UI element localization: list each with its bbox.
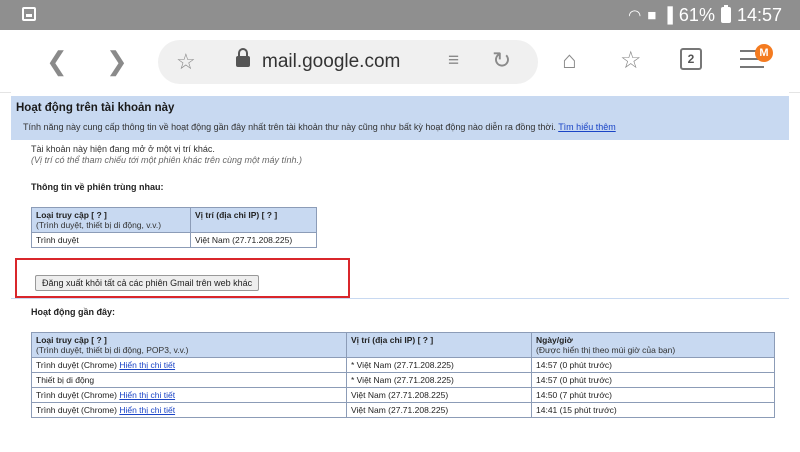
datetime-cell: 14:50 (7 phút trước): [531, 387, 775, 403]
bookmark-star-icon[interactable]: ☆: [176, 49, 196, 75]
address-bar[interactable]: ☆ mail.google.com ≡ ↻: [158, 40, 538, 84]
access-type-cell: Trình duyệt (Chrome) Hiển thị chi tiết: [31, 402, 347, 418]
battery-icon: [720, 5, 731, 23]
access-type-text: Thiết bị di động: [36, 375, 95, 385]
home-icon[interactable]: ⌂: [562, 46, 577, 76]
access-type-cell: Trình duyệt (Chrome) Hiển thị chi tiết: [31, 387, 347, 403]
col-access-type-sub: (Trình duyệt, thiết bị di động, POP3, v.…: [36, 345, 189, 355]
status-bar: ◠ ■ ▐ 61% 14:57: [0, 0, 800, 30]
datetime-cell: 14:41 (15 phút trước): [531, 402, 775, 418]
col-datetime: Ngày/giờ (Được hiển thị theo múi giờ của…: [531, 332, 775, 358]
show-details-link[interactable]: Hiển thị chi tiết: [119, 405, 175, 415]
battery-percent: 61%: [678, 4, 715, 25]
section-description: Tính năng này cung cấp thông tin về hoạt…: [23, 122, 616, 132]
datetime-cell: 14:57 (0 phút trước): [531, 372, 775, 388]
location-cell: Việt Nam (27.71.208.225): [346, 387, 532, 403]
location-cell: Việt Nam (27.71.208.225): [346, 402, 532, 418]
status-icons: ◠ ■ ▐ 61% 14:57: [628, 4, 782, 26]
screenshot-icon: [22, 7, 36, 21]
col-datetime-title: Ngày/giờ: [536, 335, 573, 345]
col-access-type: Loại truy cập [ ? ] (Trình duyệt, thiết …: [31, 207, 191, 233]
table-row: Trình duyệt (Chrome) Hiển thị chi tiết Vi…: [31, 387, 775, 403]
access-type-cell: Trình duyệt: [31, 232, 191, 248]
access-type-cell: Thiết bị di động: [31, 372, 347, 388]
access-type-text: Trình duyệt (Chrome): [36, 360, 117, 370]
col-location: Vị trí (địa chỉ IP) [ ? ]: [190, 207, 317, 233]
url-text[interactable]: mail.google.com: [262, 51, 400, 73]
bookmarks-icon[interactable]: ☆: [620, 46, 642, 76]
location-cell: * Việt Nam (27.71.208.225): [346, 357, 532, 373]
table-row: Trình duyệt (Chrome) Hiển thị chi tiết Vi…: [31, 402, 775, 418]
clock: 14:57: [736, 4, 782, 25]
col-location-title: Vị trí (địa chỉ IP) [ ? ]: [195, 210, 278, 220]
concurrent-note: (Vị trí có thể tham chiếu tới một phiên …: [31, 155, 303, 165]
learn-more-link[interactable]: Tìm hiểu thêm: [558, 122, 616, 132]
section-title: Hoạt động trên tài khoản này: [16, 102, 175, 114]
location-cell: * Việt Nam (27.71.208.225): [346, 372, 532, 388]
table-header-row: Loại truy cập [ ? ] (Trình duyệt, thiết …: [31, 207, 317, 233]
lock-icon: [236, 48, 250, 67]
section-divider: [11, 298, 789, 299]
table-row: Thiết bị di động * Việt Nam (27.71.208.22…: [31, 372, 775, 388]
col-location: Vị trí (địa chỉ IP) [ ? ]: [346, 332, 532, 358]
tabs-icon[interactable]: 2: [680, 48, 702, 70]
show-details-link[interactable]: Hiển thị chi tiết: [119, 360, 175, 370]
avatar[interactable]: M: [755, 44, 773, 62]
page-content: Hoạt động trên tài khoản này Tính năng n…: [11, 92, 789, 452]
access-type-text: Trình duyệt (Chrome): [36, 405, 117, 415]
concurrent-notice: Tài khoản này hiện đang mở ở một vị trí …: [31, 144, 215, 154]
recent-activity-table: Loại truy cập [ ? ] (Trình duyệt, thiết …: [31, 332, 775, 418]
table-row: Trình duyệt Việt Nam (27.71.208.225): [31, 232, 317, 248]
recent-heading: Hoạt động gần đây:: [31, 307, 115, 317]
show-details-link[interactable]: Hiển thị chi tiết: [119, 390, 175, 400]
signout-all-sessions-button[interactable]: Đăng xuất khỏi tất cả các phiên Gmail tr…: [35, 275, 260, 291]
sim-icon: ■: [647, 6, 657, 24]
access-type-cell: Trình duyệt (Chrome) Hiển thị chi tiết: [31, 357, 347, 373]
location-cell: Việt Nam (27.71.208.225): [190, 232, 317, 248]
reload-icon[interactable]: ↻: [492, 47, 511, 74]
table-header-row: Loại truy cập [ ? ] (Trình duyệt, thiết …: [31, 332, 775, 358]
table-row: Trình duyệt (Chrome) Hiển thị chi tiết * …: [31, 357, 775, 373]
concurrent-sessions-table: Loại truy cập [ ? ] (Trình duyệt, thiết …: [31, 207, 317, 248]
access-type-text: Trình duyệt (Chrome): [36, 390, 117, 400]
section-header: Hoạt động trên tài khoản này Tính năng n…: [11, 96, 789, 140]
signal-icon: ▐: [662, 6, 673, 24]
col-access-type-title: Loại truy cập [ ? ]: [36, 210, 107, 220]
col-access-type-sub: (Trình duyệt, thiết bị di động, v.v.): [36, 220, 162, 230]
concurrent-heading: Thông tin về phiên trùng nhau:: [31, 182, 164, 192]
wifi-icon: ◠: [628, 7, 642, 24]
datetime-cell: 14:57 (0 phút trước): [531, 357, 775, 373]
col-access-type: Loại truy cập [ ? ] (Trình duyệt, thiết …: [31, 332, 347, 358]
forward-icon[interactable]: ❯: [106, 46, 128, 76]
col-datetime-sub: (Được hiển thị theo múi giờ của bạn): [536, 345, 676, 355]
col-location-title: Vị trí (địa chỉ IP) [ ? ]: [351, 335, 434, 345]
browser-toolbar: ❮ ❯ ☆ mail.google.com ≡ ↻ ⌂ ☆ 2 M: [0, 30, 800, 93]
reader-mode-icon[interactable]: ≡: [448, 50, 459, 72]
description-text: Tính năng này cung cấp thông tin về hoạt…: [23, 122, 556, 132]
back-icon[interactable]: ❮: [46, 46, 68, 76]
col-access-type-title: Loại truy cập [ ? ]: [36, 335, 107, 345]
